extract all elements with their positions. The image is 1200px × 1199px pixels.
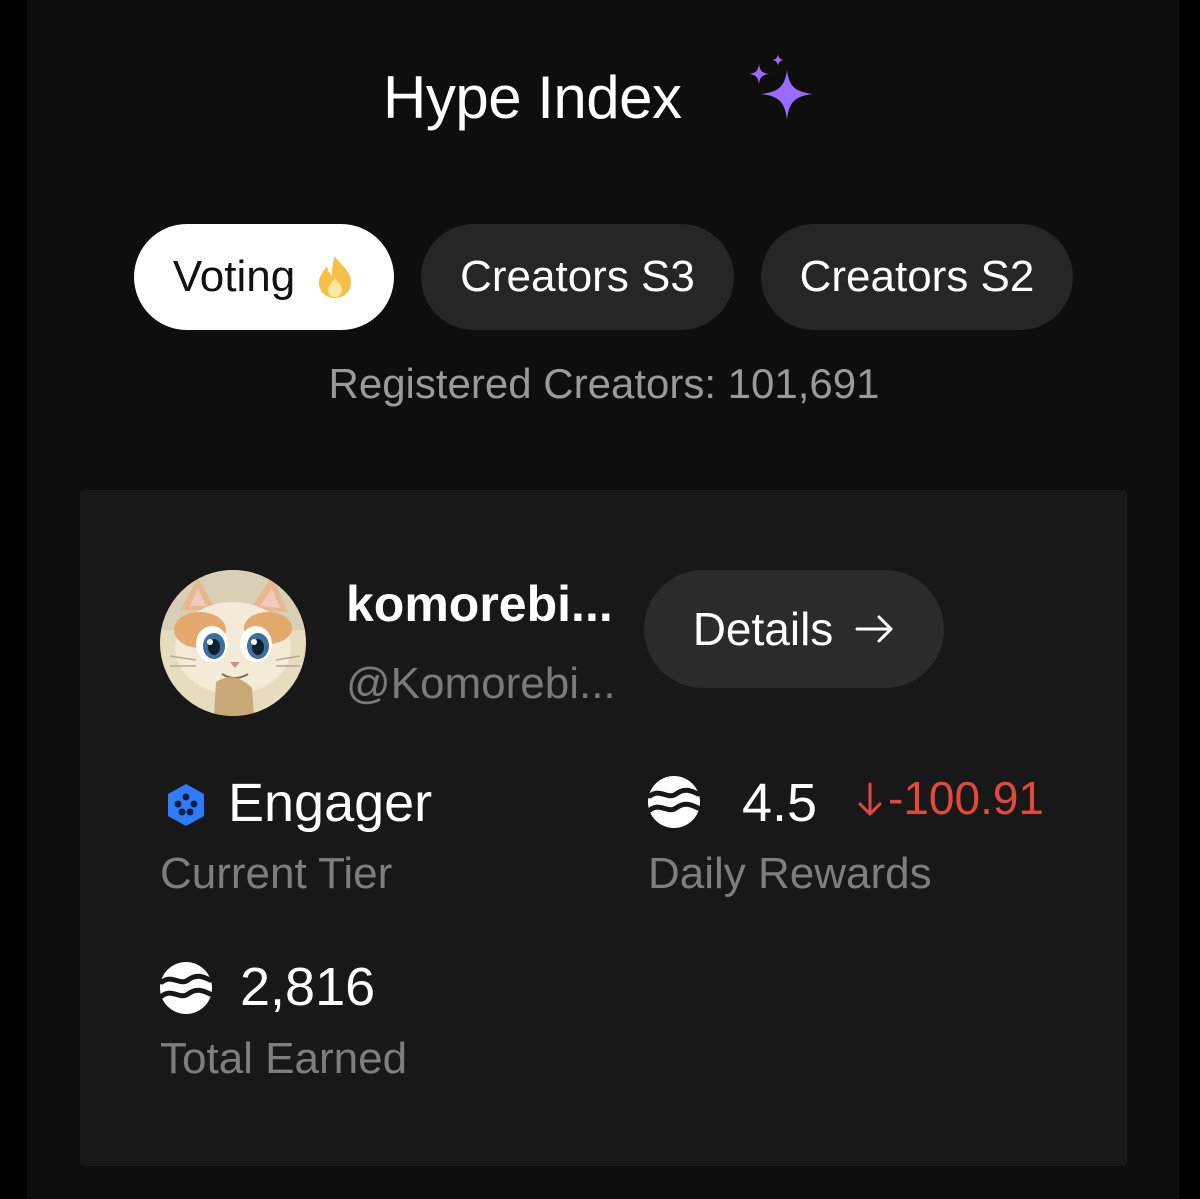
tab-creators-s2[interactable]: Creators S2 [761, 224, 1073, 330]
daily-rewards-value: 4.5 [742, 773, 818, 833]
current-tier-value: Engager [228, 773, 433, 833]
daily-rewards-change-text: -100.91 [888, 772, 1045, 824]
tab-voting-label: Voting [172, 252, 296, 301]
tab-creators-s2-label: Creators S2 [799, 252, 1035, 301]
current-tier-label: Current Tier [160, 849, 393, 898]
arrow-right-icon [855, 615, 893, 643]
tab-voting[interactable]: Voting [134, 224, 394, 330]
cat-avatar [160, 570, 306, 716]
creator-name: komorebi... [346, 576, 613, 632]
tab-creators-s3-label: Creators S3 [460, 252, 695, 301]
fire-icon [319, 256, 352, 298]
sparkles-icon [749, 54, 813, 120]
registered-creators-count: Registered Creators: 101,691 [328, 360, 880, 407]
creator-handle: @Komorebi... [346, 659, 616, 708]
total-earned-label: Total Earned [160, 1034, 408, 1083]
details-button[interactable]: Details [644, 570, 944, 688]
daily-rewards-label: Daily Rewards [648, 849, 932, 898]
daily-rewards-change: -100.91 [856, 770, 1044, 826]
details-label: Details [692, 603, 834, 655]
coin-icon [159, 962, 213, 1014]
page-title: Hype Index [383, 64, 682, 131]
tier-hexagon-icon [168, 784, 204, 826]
avatar[interactable] [160, 570, 306, 716]
coin-icon [647, 776, 701, 828]
arrow-down-icon [858, 782, 882, 816]
total-earned-value: 2,816 [240, 957, 376, 1017]
tab-creators-s3[interactable]: Creators S3 [421, 224, 734, 330]
